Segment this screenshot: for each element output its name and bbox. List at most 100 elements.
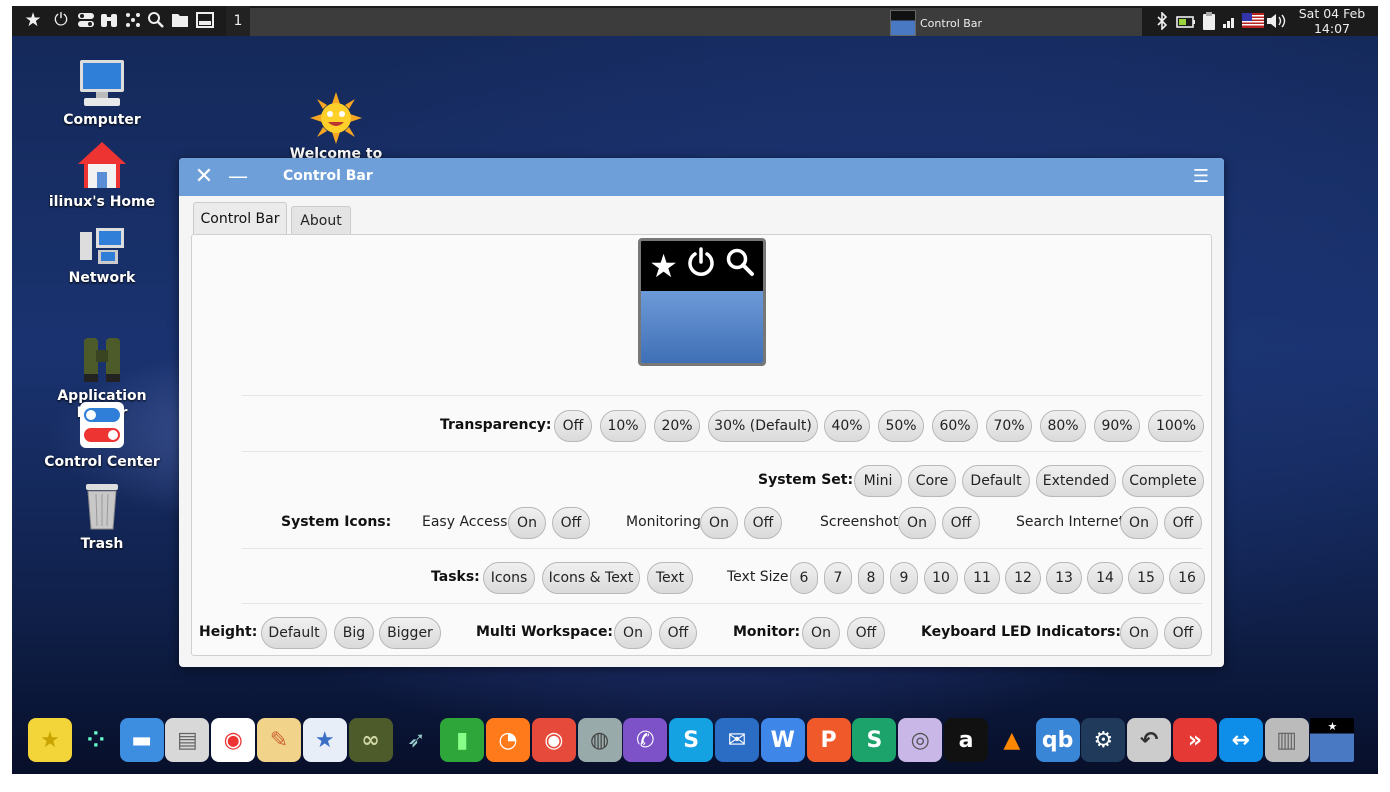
google-earth-pro-icon[interactable]: ◍: [577, 718, 622, 762]
text-size-16-button[interactable]: 16: [1169, 562, 1205, 594]
skype-icon[interactable]: S: [669, 718, 714, 762]
transparency-30-default--button[interactable]: 30% (Default): [708, 410, 818, 442]
teamviewer-icon[interactable]: ↔: [1218, 718, 1263, 762]
monitor-on-button[interactable]: On: [802, 617, 840, 649]
text-size-13-button[interactable]: 13: [1046, 562, 1082, 594]
steam-icon[interactable]: ⚙: [1081, 718, 1126, 762]
text-size-8-button[interactable]: 8: [858, 562, 884, 594]
text-size-12-button[interactable]: 12: [1005, 562, 1041, 594]
text-size-14-button[interactable]: 14: [1087, 562, 1123, 594]
desktop-icon-home[interactable]: ilinux's Home: [42, 140, 162, 211]
monitor-off-button[interactable]: Off: [847, 617, 885, 649]
system-set-complete-button[interactable]: Complete: [1122, 465, 1204, 497]
text-size-15-button[interactable]: 15: [1128, 562, 1164, 594]
multi-workspace-on-button[interactable]: On: [614, 617, 652, 649]
monitoring-on-button[interactable]: On: [700, 507, 738, 539]
file-cabinet-icon[interactable]: ▤: [165, 718, 210, 762]
apps-dots-icon[interactable]: ⁘: [74, 718, 118, 762]
transparency-50--button[interactable]: 50%: [878, 410, 924, 442]
desktop-icon-control-center[interactable]: Control Center: [42, 400, 162, 471]
transparency-20--button[interactable]: 20%: [654, 410, 700, 442]
qbittorrent-icon[interactable]: qb: [1035, 718, 1080, 762]
system-set-extended-button[interactable]: Extended: [1036, 465, 1116, 497]
text-size-6-button[interactable]: 6: [790, 562, 818, 594]
wps-spreadsheet-icon[interactable]: S: [852, 718, 897, 762]
transparency-40--button[interactable]: 40%: [824, 410, 870, 442]
screenshot-off-button[interactable]: Off: [942, 507, 980, 539]
mail-icon[interactable]: ✉: [715, 718, 759, 762]
tasks-icons-button[interactable]: Icons: [483, 562, 535, 594]
toggle-icon[interactable]: [75, 9, 97, 31]
timeshift-icon[interactable]: ↶: [1127, 718, 1172, 762]
system-set-default-button[interactable]: Default: [962, 465, 1030, 497]
palette-icon[interactable]: ✎: [257, 718, 301, 762]
firefox-icon[interactable]: ◔: [486, 718, 530, 762]
clipboard-icon[interactable]: [1202, 11, 1216, 35]
tab-control-bar[interactable]: Control Bar: [193, 202, 287, 234]
binoculars-icon[interactable]: [98, 9, 120, 31]
chrome-icon[interactable]: ◉: [531, 718, 576, 762]
rocket-icon[interactable]: ➶: [394, 718, 438, 762]
search-internet-on-button[interactable]: On: [1120, 507, 1158, 539]
workspace-switcher[interactable]: 1: [226, 6, 250, 36]
tasks-text-button[interactable]: Text: [647, 562, 693, 594]
amazon-icon[interactable]: a: [944, 718, 988, 762]
easy-access-off-button[interactable]: Off: [552, 507, 590, 539]
height-big-button[interactable]: Big: [334, 617, 374, 649]
tab-about[interactable]: About: [291, 206, 351, 234]
menu-icon[interactable]: ☰: [1192, 167, 1210, 187]
height-bigger-button[interactable]: Bigger: [379, 617, 441, 649]
toggle-icon[interactable]: ◉: [211, 718, 256, 762]
transparency-10--button[interactable]: 10%: [600, 410, 646, 442]
vlc-icon[interactable]: ▲: [990, 718, 1034, 762]
power-icon[interactable]: ⏻: [50, 9, 72, 31]
desktop-icon-trash[interactable]: Trash: [42, 482, 162, 553]
keyboard-led-off-button[interactable]: Off: [1164, 617, 1202, 649]
anydesk-icon[interactable]: »: [1173, 718, 1217, 762]
task-button-control-bar[interactable]: Control Bar: [890, 10, 982, 36]
text-size-9-button[interactable]: 9: [890, 562, 918, 594]
volume-icon[interactable]: [1266, 13, 1286, 33]
close-icon[interactable]: ✕: [193, 166, 215, 188]
text-size-11-button[interactable]: 11: [964, 562, 1000, 594]
search-internet-off-button[interactable]: Off: [1164, 507, 1202, 539]
search-icon[interactable]: [145, 9, 167, 31]
desktop-icon-computer[interactable]: Computer: [42, 58, 162, 129]
apps-grid-icon[interactable]: [122, 9, 144, 31]
transparency-70--button[interactable]: 70%: [986, 410, 1032, 442]
bluetooth-icon[interactable]: [1156, 11, 1168, 34]
screenshot-on-button[interactable]: On: [898, 507, 936, 539]
trash-icon[interactable]: ▥: [1264, 718, 1309, 762]
tasks-icons-text-button[interactable]: Icons & Text: [542, 562, 640, 594]
window-icon[interactable]: ▬: [119, 718, 164, 762]
star-icon[interactable]: ★: [28, 718, 72, 762]
system-set-core-button[interactable]: Core: [908, 465, 956, 497]
wps-writer-icon[interactable]: W: [760, 718, 805, 762]
multi-workspace-off-button[interactable]: Off: [659, 617, 697, 649]
transparency-60--button[interactable]: 60%: [932, 410, 978, 442]
signal-icon[interactable]: [1222, 14, 1236, 33]
webcam-icon[interactable]: ◎: [898, 718, 943, 762]
transparency-100--button[interactable]: 100%: [1148, 410, 1204, 442]
battery-icon[interactable]: [1176, 14, 1196, 33]
text-size-10-button[interactable]: 10: [924, 562, 958, 594]
us-flag-icon[interactable]: [1242, 13, 1264, 32]
transparency-off-button[interactable]: Off: [554, 410, 592, 442]
viber-icon[interactable]: ✆: [623, 718, 668, 762]
monitoring-off-button[interactable]: Off: [744, 507, 782, 539]
easy-access-on-button[interactable]: On: [508, 507, 546, 539]
wps-presentation-icon[interactable]: P: [806, 718, 851, 762]
star-icon[interactable]: ★: [22, 9, 44, 31]
desktop-icon-network[interactable]: Network: [42, 224, 162, 287]
system-set-mini-button[interactable]: Mini: [854, 465, 902, 497]
transparency-80--button[interactable]: 80%: [1040, 410, 1086, 442]
folder-icon[interactable]: [169, 9, 191, 31]
store-icon[interactable]: ★: [302, 718, 347, 762]
clock[interactable]: Sat 04 Feb 14:07: [1292, 6, 1372, 36]
pipe-icon[interactable]: ▮: [440, 718, 485, 762]
minimize-icon[interactable]: —: [227, 166, 249, 188]
control-bar-icon[interactable]: ★: [1310, 718, 1355, 762]
binoculars-icon[interactable]: ∞: [348, 718, 393, 762]
height-default-button[interactable]: Default: [261, 617, 327, 649]
transparency-90--button[interactable]: 90%: [1094, 410, 1140, 442]
